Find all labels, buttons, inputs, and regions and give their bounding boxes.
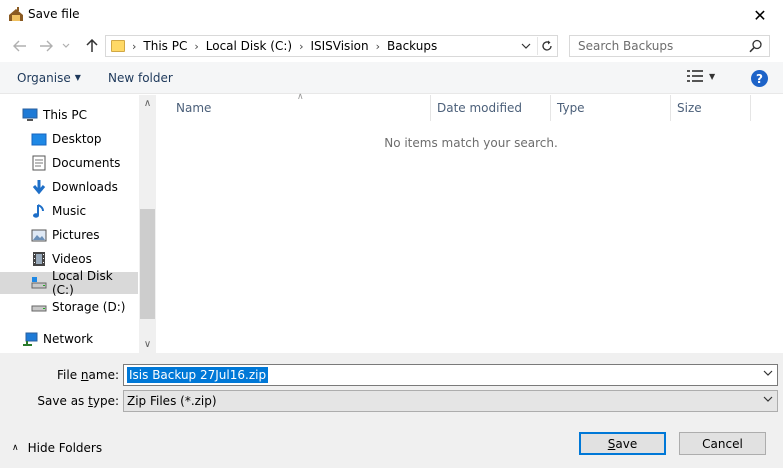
refresh-button[interactable] — [537, 37, 555, 55]
address-bar[interactable]: › This PC › Local Disk (C:) › ISISVision… — [105, 35, 558, 57]
up-button[interactable] — [82, 36, 102, 56]
chevron-right-icon[interactable]: › — [194, 40, 198, 53]
tree-item-network[interactable]: Network — [0, 328, 138, 350]
pictures-icon — [31, 227, 47, 243]
chevron-right-icon[interactable]: › — [299, 40, 303, 53]
tree-item-this-pc[interactable]: This PC — [0, 104, 138, 126]
breadcrumb-this-pc[interactable]: This PC — [143, 39, 187, 53]
tree-item-pictures[interactable]: Pictures — [0, 224, 138, 246]
save-type-value: Zip Files (*.zip) — [127, 394, 217, 408]
search-box[interactable] — [569, 35, 770, 57]
tree-item-local-disk[interactable]: Local Disk (C:) — [0, 269, 138, 297]
close-button[interactable]: ✕ — [737, 0, 783, 30]
forward-button[interactable] — [36, 36, 56, 56]
tree-item-label: Music — [52, 204, 87, 218]
search-input[interactable] — [570, 39, 740, 53]
videos-icon — [31, 251, 47, 267]
file-name-field[interactable]: Isis Backup 27Jul16.zip — [123, 364, 778, 386]
back-button[interactable] — [10, 36, 30, 56]
tree-item-label: Desktop — [52, 132, 102, 146]
nav-pane-scrollbar[interactable]: ∧ ∨ — [139, 95, 156, 353]
tree-item-label: Local Disk (C:) — [52, 269, 113, 297]
save-type-select[interactable]: Zip Files (*.zip) — [123, 390, 778, 412]
hide-folders-label: Hide Folders — [27, 441, 103, 455]
tree-item-documents[interactable]: Documents — [0, 152, 138, 174]
tree-item-downloads[interactable]: Downloads — [0, 176, 138, 198]
chevron-down-icon — [763, 394, 773, 405]
tree-item-label: Downloads — [52, 180, 118, 194]
drive-icon — [31, 299, 47, 315]
window-title: Save file — [28, 7, 80, 21]
tree-item-music[interactable]: Music — [0, 200, 138, 222]
title-bar: Save file ✕ — [0, 0, 783, 30]
search-icon[interactable] — [749, 39, 763, 53]
breadcrumb-isisvision[interactable]: ISISVision — [310, 39, 368, 53]
file-name-label: File name: — [57, 368, 119, 382]
command-bar: Organise ▼ New folder ▼ ? — [0, 62, 783, 94]
save-button[interactable]: Save — [579, 432, 666, 455]
column-header-type[interactable]: Type — [551, 95, 671, 121]
tree-item-label: This PC — [43, 108, 87, 122]
computer-icon — [22, 107, 38, 123]
network-icon — [22, 331, 38, 347]
recent-locations-button[interactable] — [60, 36, 72, 56]
tree-item-desktop[interactable]: Desktop — [0, 128, 138, 150]
file-list: ∧ Name Date modified Type Size No items … — [157, 92, 783, 353]
save-label: ave — [615, 436, 638, 451]
file-name-input[interactable]: Isis Backup 27Jul16.zip — [127, 367, 269, 383]
new-folder-button[interactable]: New folder — [108, 71, 173, 85]
empty-state-message: No items match your search. — [384, 136, 558, 150]
desktop-icon — [31, 131, 47, 147]
column-header-date-modified[interactable]: Date modified — [431, 95, 551, 121]
save-form: File name: Isis Backup 27Jul16.zip Save … — [0, 353, 783, 468]
tree-item-label: Network — [43, 332, 94, 346]
chevron-down-icon — [521, 43, 531, 49]
chevron-down-icon: ∨ — [143, 339, 152, 350]
close-icon: ✕ — [753, 5, 767, 25]
music-icon — [31, 203, 47, 219]
details-view-icon — [687, 70, 703, 82]
forward-arrow-icon — [40, 40, 53, 52]
scroll-up-button[interactable]: ∧ — [139, 95, 156, 112]
downloads-icon — [31, 179, 47, 195]
tree-item-label: Videos — [52, 252, 92, 266]
chevron-up-icon: ∧ — [143, 98, 152, 109]
save-type-label: Save as type: — [37, 394, 119, 408]
documents-icon — [31, 155, 47, 171]
save-key: S — [607, 436, 616, 451]
tree-item-storage[interactable]: Storage (D:) — [0, 296, 138, 318]
refresh-icon — [541, 40, 552, 51]
back-arrow-icon — [13, 40, 26, 52]
caret-down-icon: ▼ — [74, 73, 81, 82]
breadcrumb-local-disk[interactable]: Local Disk (C:) — [206, 39, 292, 53]
tree-item-label: Pictures — [52, 228, 100, 242]
scroll-thumb[interactable] — [140, 209, 155, 319]
up-arrow-icon — [86, 39, 98, 52]
address-history-button[interactable] — [519, 38, 533, 54]
chevron-down-icon[interactable] — [763, 368, 773, 379]
help-button[interactable]: ? — [751, 70, 768, 87]
tree-item-label: Storage (D:) — [52, 300, 126, 314]
chevron-right-icon[interactable]: › — [376, 40, 380, 53]
chevron-down-icon — [62, 43, 70, 48]
column-header-size[interactable]: Size — [671, 95, 751, 121]
tree-item-label: Documents — [52, 156, 121, 170]
scroll-down-button[interactable]: ∨ — [139, 336, 156, 353]
column-header-name[interactable]: Name — [170, 95, 431, 121]
organise-button[interactable]: Organise ▼ — [17, 71, 81, 85]
hide-folders-button[interactable]: ∧ Hide Folders — [12, 441, 102, 455]
cancel-button[interactable]: Cancel — [679, 432, 766, 455]
chevron-up-icon: ∧ — [12, 443, 19, 453]
breadcrumb-backups[interactable]: Backups — [387, 39, 437, 53]
navigation-bar: › This PC › Local Disk (C:) › ISISVision… — [0, 30, 783, 62]
tree-item-videos[interactable]: Videos — [0, 248, 138, 270]
folder-icon — [111, 40, 125, 52]
app-icon — [9, 7, 23, 21]
navigation-pane: This PC Desktop Documents Downloads Musi… — [0, 95, 156, 353]
drive-icon — [31, 275, 47, 291]
caret-down-icon: ▼ — [709, 71, 716, 81]
chevron-right-icon: › — [132, 39, 137, 53]
organise-label: Organise — [17, 71, 71, 85]
change-view-button[interactable]: ▼ — [687, 70, 715, 82]
